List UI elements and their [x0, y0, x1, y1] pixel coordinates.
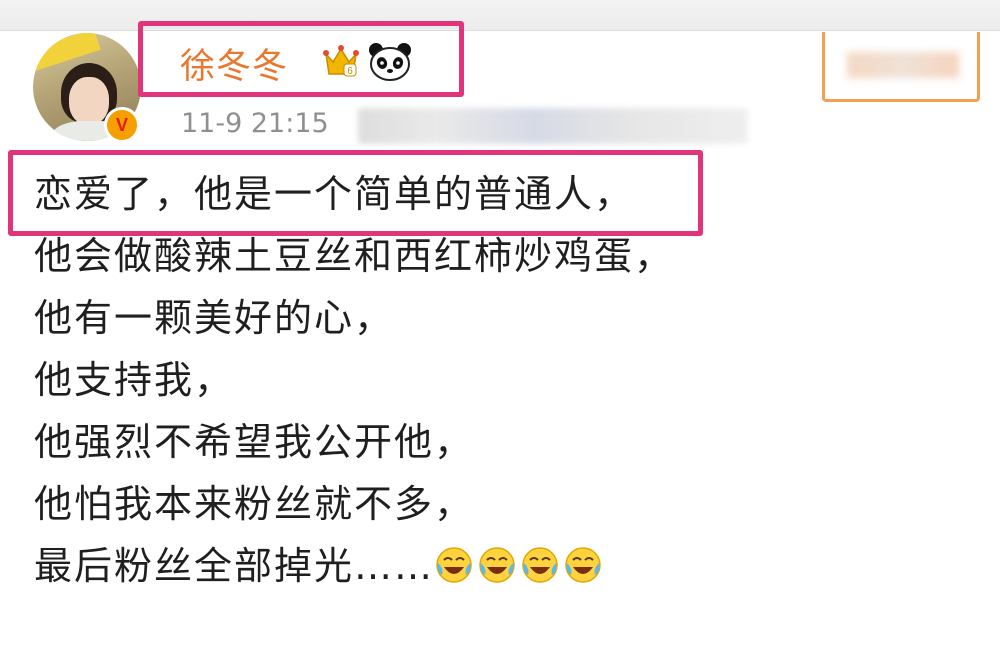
highlight-box-name [138, 21, 464, 97]
laugh-cry-emoji-icon [479, 547, 515, 583]
post-line: 他强烈不希望我公开他， [34, 420, 475, 464]
follow-button-label-blurred [847, 52, 959, 78]
post-line: 他有一颗美好的心， [34, 296, 395, 340]
post-line: 他怕我本来粉丝就不多， [34, 482, 475, 526]
emoji-row [434, 544, 606, 588]
laugh-cry-emoji-icon [565, 547, 601, 583]
post-line-text: 最后粉丝全部掉光…… [34, 544, 435, 588]
laugh-cry-emoji-icon [436, 547, 472, 583]
post-timestamp: 11-9 21:15 [181, 108, 329, 139]
post-line: 他支持我， [34, 358, 235, 402]
post-content: 恋爱了，他是一个简单的普通人， 他会做酸辣土豆丝和西红柿炒鸡蛋， 他有一颗美好的… [34, 168, 674, 602]
follow-button[interactable] [822, 32, 980, 102]
post-line: 他会做酸辣土豆丝和西红柿炒鸡蛋， [34, 234, 675, 278]
verified-badge-icon: V [104, 107, 140, 143]
post-line-last: 最后粉丝全部掉光…… [34, 540, 674, 602]
blurred-source [358, 108, 748, 144]
post-line: 恋爱了，他是一个简单的普通人， [34, 172, 635, 216]
laugh-cry-emoji-icon [522, 547, 558, 583]
